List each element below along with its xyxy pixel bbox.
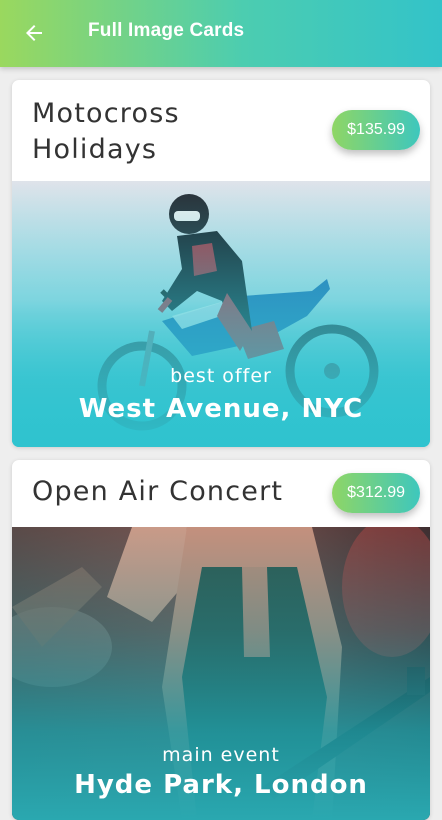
card-header: Motocross Holidays $135.99 [12, 80, 430, 181]
card-subtitle: best offer [170, 365, 272, 387]
app-bar: Full Image Cards [0, 0, 442, 67]
card-subtitle: main event [162, 744, 280, 766]
image-card[interactable]: Open Air Concert $312.99 main event Hyde… [12, 460, 430, 820]
card-title: Open Air Concert [32, 476, 284, 507]
card-title: Motocross Holidays [32, 98, 180, 165]
price-button[interactable]: $135.99 [332, 110, 420, 150]
image-card[interactable]: Motocross Holidays $135.99 best offer We… [12, 80, 430, 447]
card-image: best offer West Avenue, NYC [12, 181, 430, 447]
card-location: West Avenue, NYC [78, 394, 364, 424]
price-button[interactable]: $312.99 [332, 473, 420, 513]
card-location: Hyde Park, London [74, 770, 368, 800]
page-title: Full Image Cards [88, 20, 245, 41]
back-button[interactable] [14, 15, 54, 51]
arrow-left-icon [26, 25, 42, 41]
card-header: Open Air Concert $312.99 [12, 460, 430, 527]
card-image: main event Hyde Park, London [12, 527, 430, 820]
